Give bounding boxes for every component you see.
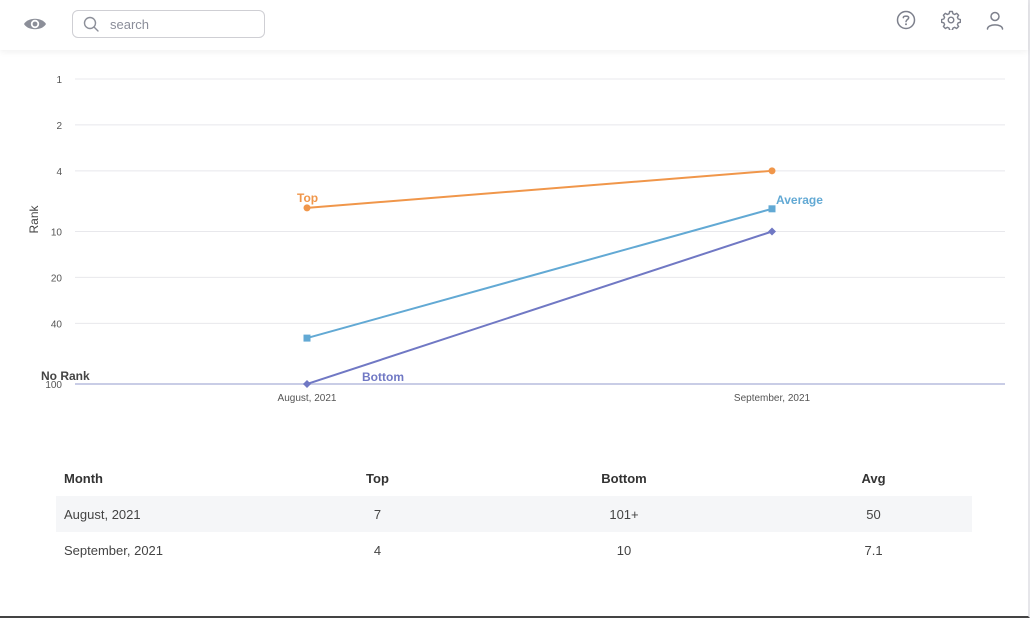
top-bar bbox=[0, 0, 1028, 50]
data-point bbox=[303, 204, 311, 212]
data-point bbox=[303, 334, 311, 342]
series-label-average: Average bbox=[776, 193, 823, 207]
data-point bbox=[303, 380, 311, 388]
column-header-month: Month bbox=[64, 470, 103, 486]
y-tick-label: 20 bbox=[51, 273, 63, 284]
column-header-avg: Avg bbox=[861, 470, 886, 486]
series-line-bottom bbox=[306, 230, 773, 385]
table-cell: 10 bbox=[616, 542, 632, 558]
rank-table: Month Top Bottom Avg August, 2021 7 101+… bbox=[56, 460, 972, 568]
table-cell: 101+ bbox=[609, 506, 639, 522]
table-cell: September, 2021 bbox=[64, 542, 164, 558]
rank-chart: 1 2 4 10 20 40 100 No Rank Rank August, 2021 Septe… bbox=[0, 55, 1028, 420]
column-header-top: Top bbox=[366, 470, 389, 486]
y-tick-label: 40 bbox=[51, 319, 63, 330]
table-header-row: Month Top Bottom Avg bbox=[56, 460, 972, 496]
help-icon[interactable] bbox=[896, 10, 916, 30]
x-tick-label: September, 2021 bbox=[734, 393, 811, 404]
y-tick-label: 4 bbox=[56, 167, 62, 178]
table-cell: 7 bbox=[373, 506, 382, 522]
series-line-top bbox=[306, 169, 773, 209]
search-box[interactable] bbox=[72, 10, 265, 38]
column-header-bottom: Bottom bbox=[601, 470, 647, 486]
series-line-average bbox=[306, 207, 773, 340]
y-tick-label: 10 bbox=[51, 228, 63, 239]
gear-icon[interactable] bbox=[941, 10, 961, 30]
x-tick-label: August, 2021 bbox=[278, 393, 337, 404]
y-axis-title: Rank bbox=[27, 204, 41, 233]
data-point bbox=[768, 167, 776, 175]
search-input[interactable] bbox=[108, 14, 262, 35]
series-label-bottom: Bottom bbox=[362, 370, 404, 384]
eye-icon[interactable] bbox=[22, 12, 48, 36]
rank-chart-svg: 124102040100No RankRankAugust, 2021 Septe… bbox=[27, 75, 1005, 404]
search-icon bbox=[83, 16, 99, 32]
table-row: August, 2021 7 101+ 50 bbox=[56, 496, 972, 532]
table-cell: 50 bbox=[866, 506, 881, 522]
table-cell: 4 bbox=[373, 542, 382, 558]
table-cell: 7.1 bbox=[864, 542, 883, 558]
no-rank-label: No Rank bbox=[41, 369, 90, 383]
y-tick-label: 1 bbox=[56, 75, 62, 86]
data-point bbox=[768, 227, 776, 236]
y-tick-label: 2 bbox=[56, 121, 62, 132]
table-cell: August, 2021 bbox=[64, 506, 141, 522]
data-point bbox=[768, 205, 776, 213]
user-icon[interactable] bbox=[985, 10, 1005, 30]
table-row: September, 2021 4 10 7.1 bbox=[56, 532, 972, 568]
series-label-top: Top bbox=[297, 191, 318, 205]
